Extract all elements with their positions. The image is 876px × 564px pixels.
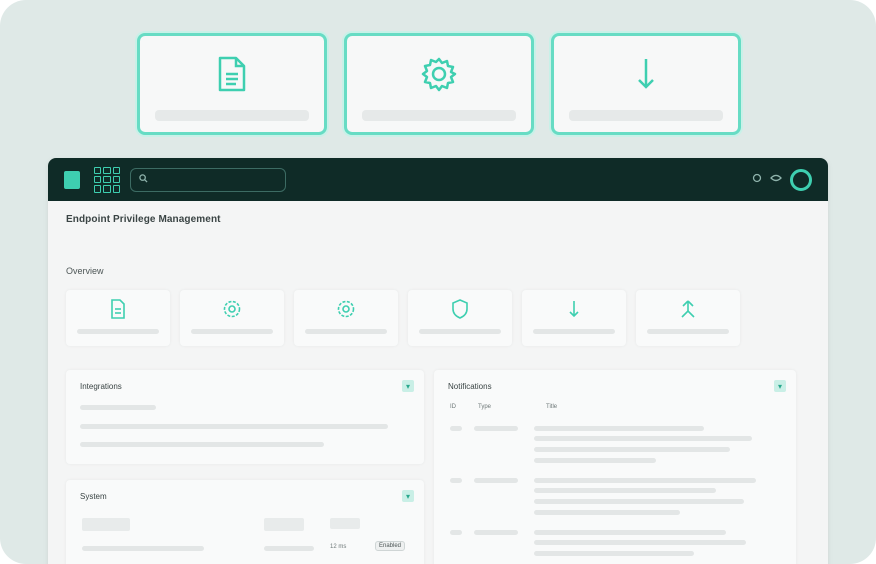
overview-card[interactable] (636, 290, 740, 346)
overview-card[interactable] (408, 290, 512, 346)
text-placeholder (534, 447, 730, 452)
column-header: Title (546, 404, 558, 410)
card-label-placeholder (305, 329, 387, 334)
document-icon (110, 299, 126, 319)
system-panel: System ▾ 12 ms Enabled (66, 480, 424, 564)
text-placeholder (534, 551, 694, 556)
text-placeholder (80, 442, 324, 447)
overview-card[interactable] (66, 290, 170, 346)
text-placeholder (80, 424, 388, 429)
column-header: Type (478, 404, 492, 410)
card-label-placeholder (569, 110, 723, 121)
table-row (450, 530, 462, 535)
text-placeholder (474, 426, 518, 431)
value-text: 12 ms (330, 544, 347, 550)
text-placeholder (80, 405, 156, 410)
notifications-panel: Notifications ▾ ID Type Title (434, 370, 796, 564)
search-box[interactable] (130, 167, 286, 192)
table-row (450, 426, 462, 431)
text-placeholder (534, 530, 726, 535)
feature-card-document[interactable] (137, 33, 327, 135)
app-window: Endpoint Privilege Management Overview I… (48, 158, 828, 564)
help-icon[interactable] (770, 173, 782, 186)
user-avatar[interactable] (790, 168, 812, 191)
panel-title: System (80, 492, 107, 501)
feature-card-download[interactable] (551, 33, 741, 135)
card-label-placeholder (155, 110, 309, 121)
overview-card[interactable] (522, 290, 626, 346)
expand-icon[interactable]: ▾ (774, 380, 786, 392)
page-title: Endpoint Privilege Management (66, 214, 221, 225)
overview-cards (66, 290, 740, 346)
text-placeholder (474, 530, 518, 535)
gear-icon (336, 299, 356, 319)
card-label-placeholder (191, 329, 273, 334)
gear-icon (222, 299, 242, 319)
panel-title: Notifications (448, 382, 492, 391)
text-placeholder (534, 426, 704, 431)
expand-icon[interactable]: ▾ (402, 380, 414, 392)
status-badge: Enabled (375, 541, 406, 551)
column-header: ID (450, 404, 456, 410)
column-header-placeholder (82, 518, 130, 531)
download-arrow-icon (568, 299, 580, 319)
overview-card[interactable] (180, 290, 284, 346)
search-icon (139, 173, 148, 186)
expand-icon[interactable]: ▾ (402, 490, 414, 502)
integrations-panel: Integrations ▾ (66, 370, 424, 464)
overview-section-label: Overview (66, 266, 104, 276)
text-placeholder (534, 436, 752, 441)
text-placeholder (82, 546, 204, 551)
text-placeholder (264, 546, 314, 551)
user-arrow-icon (679, 299, 697, 319)
table-row (450, 478, 462, 483)
card-label-placeholder (77, 329, 159, 334)
panel-title: Integrations (80, 382, 122, 391)
top-navigation-bar (48, 158, 828, 201)
screenshot-frame: Endpoint Privilege Management Overview I… (0, 0, 876, 564)
text-placeholder (474, 478, 518, 483)
column-header-placeholder (330, 518, 360, 529)
column-header-placeholder (264, 518, 304, 531)
text-placeholder (534, 540, 746, 545)
card-label-placeholder (419, 329, 501, 334)
settings-icon[interactable] (752, 173, 762, 186)
text-placeholder (534, 458, 656, 463)
app-logo[interactable] (64, 170, 80, 189)
feature-card-settings[interactable] (344, 33, 534, 135)
download-arrow-icon (626, 54, 666, 94)
text-placeholder (534, 499, 744, 504)
overview-card[interactable] (294, 290, 398, 346)
text-placeholder (534, 478, 756, 483)
text-placeholder (534, 488, 716, 493)
card-label-placeholder (647, 329, 729, 334)
search-input[interactable] (152, 174, 272, 185)
card-label-placeholder (533, 329, 615, 334)
gear-icon (419, 54, 459, 94)
app-grid-icon[interactable] (94, 166, 120, 193)
card-label-placeholder (362, 110, 516, 121)
shield-icon (451, 299, 469, 319)
document-icon (212, 54, 252, 94)
text-placeholder (534, 510, 680, 515)
